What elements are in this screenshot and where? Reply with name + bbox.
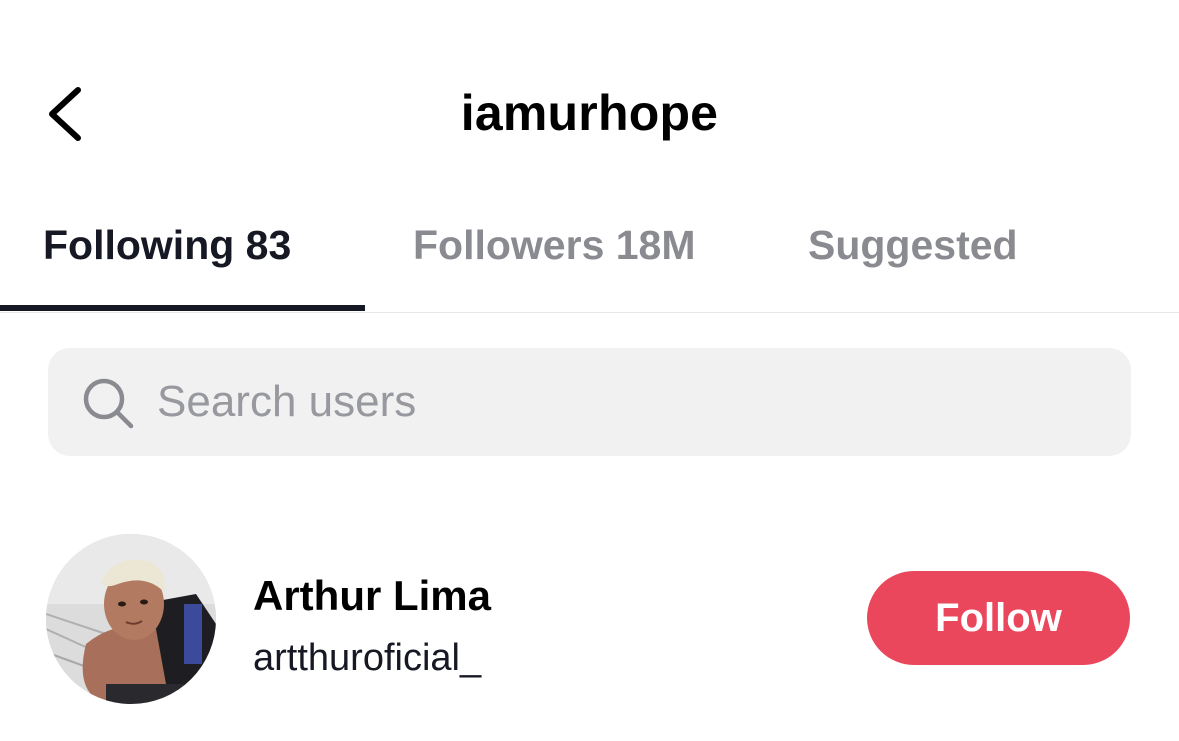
user-display-name: Arthur Lima [253, 572, 492, 619]
list-item[interactable]: Arthur Lima artthuroficial_ Follow [0, 520, 1179, 720]
follow-button[interactable]: Follow [867, 571, 1130, 665]
search-icon [83, 378, 134, 429]
avatar-photo [46, 534, 216, 704]
tab-bar: Following 83 Followers 18M Suggested [0, 200, 1179, 313]
top-bar: iamurhope [0, 0, 1179, 200]
tab-followers[interactable]: Followers 18M [413, 222, 696, 269]
search-input[interactable] [157, 362, 1097, 442]
page-title: iamurhope [460, 85, 719, 141]
tab-suggested[interactable]: Suggested [808, 222, 1018, 269]
avatar[interactable] [46, 534, 216, 704]
user-handle: artthuroficial_ [253, 637, 482, 679]
active-tab-indicator [0, 305, 365, 311]
tab-following[interactable]: Following 83 [43, 222, 291, 269]
